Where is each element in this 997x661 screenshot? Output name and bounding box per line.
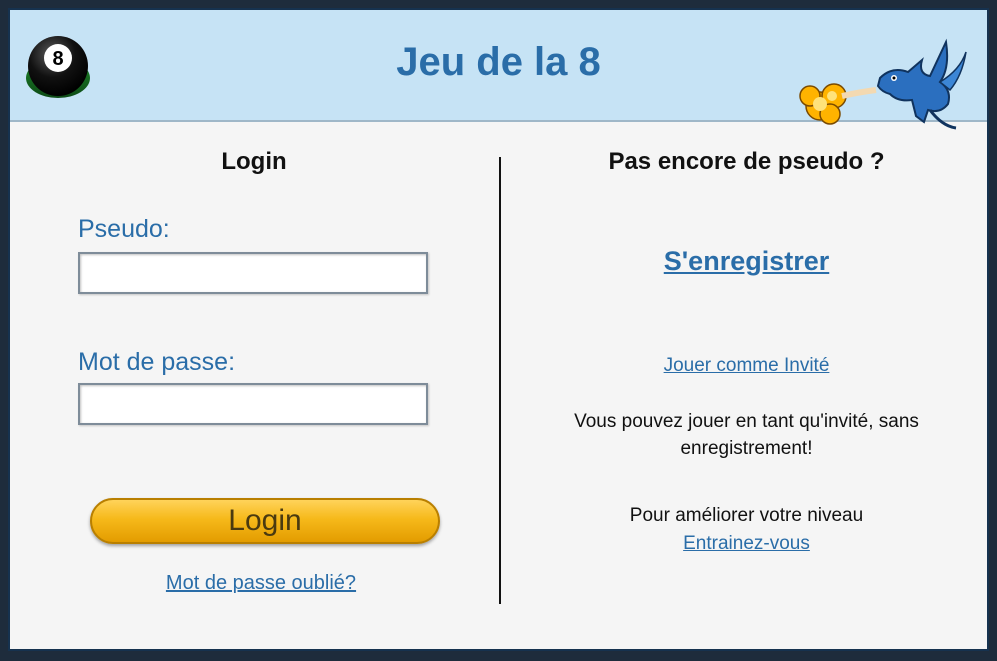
training-link[interactable]: Entrainez-vous (683, 533, 810, 554)
guest-description: Vous pouvez jouer en tant qu'invité, san… (574, 411, 919, 459)
password-label: Mot de passe: (78, 348, 236, 376)
register-column: Pas encore de pseudo ? S'enregistrer Jou… (502, 122, 987, 649)
username-input[interactable] (78, 252, 428, 294)
forgot-password-link[interactable]: Mot de passe oublié? (166, 572, 356, 594)
register-heading: Pas encore de pseudo ? (608, 148, 885, 175)
login-button[interactable]: Login (90, 498, 440, 544)
improve-text: Pour améliorer votre niveau (629, 505, 864, 526)
column-divider (499, 157, 501, 604)
register-link[interactable]: S'enregistrer (664, 246, 830, 276)
login-panel: 8 Jeu de la 8 Login Pseudo: Mot de passe… (8, 8, 989, 651)
login-heading: Login (221, 148, 287, 175)
username-label: Pseudo: (78, 215, 170, 243)
login-column: Login Pseudo: Mot de passe: Login Mot de… (10, 122, 498, 649)
password-input[interactable] (78, 383, 428, 425)
header-bar: 8 Jeu de la 8 (10, 10, 987, 130)
window-frame: 8 Jeu de la 8 Login Pseudo: Mot de passe… (0, 0, 997, 661)
guest-play-link[interactable]: Jouer comme Invité (664, 355, 830, 376)
